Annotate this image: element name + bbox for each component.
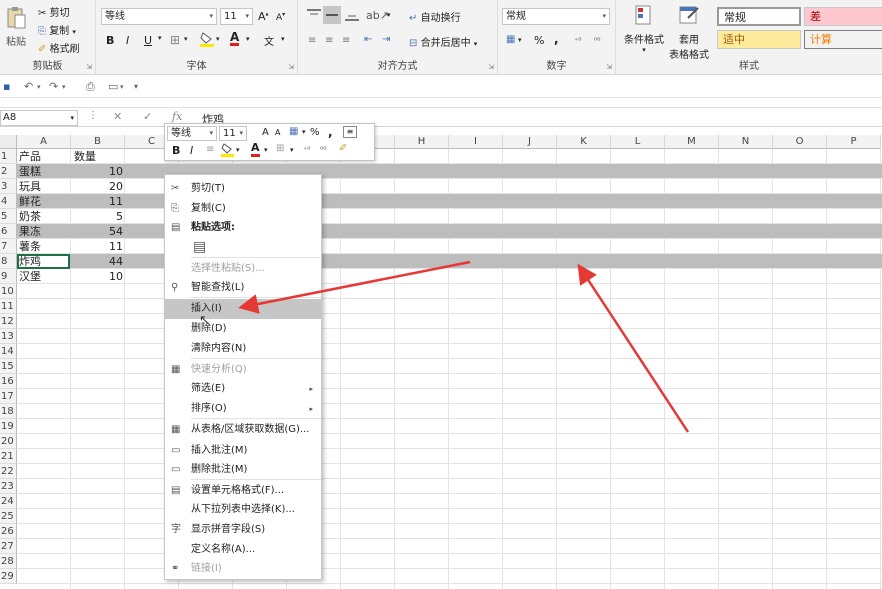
arrow-to-insert — [238, 260, 471, 314]
arrow-to-row — [577, 263, 690, 433]
annotation-arrows — [238, 260, 690, 433]
mouse-cursor-icon: ↖ — [199, 313, 210, 328]
excel-window: 粘贴 ✂ 剪切 ⎘ 复制 ▾ ✐ 格式刷 剪贴板 ⇲ 等线 ▾ 11 ▾ A▴ A▾… — [0, 0, 882, 589]
